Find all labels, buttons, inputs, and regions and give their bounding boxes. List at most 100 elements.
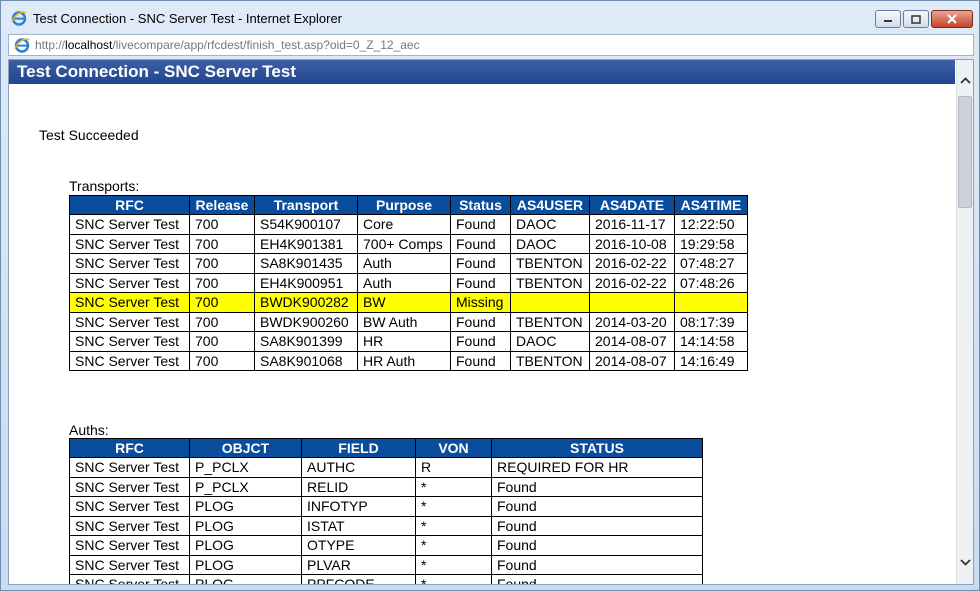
table-cell: S54K900107 [254, 214, 358, 235]
maximize-icon [911, 14, 921, 24]
table-cell: 700 [189, 233, 255, 254]
table-cell: 700 [189, 331, 255, 352]
table-cell: Found [450, 350, 511, 371]
url-prefix: http:// [35, 38, 66, 52]
table-cell: Found [450, 311, 511, 332]
table-cell: TBENTON [510, 350, 590, 371]
table-cell: 12:22:50 [674, 214, 748, 235]
table-cell: SNC Server Test [69, 233, 190, 254]
column-header: STATUS [491, 438, 703, 458]
table-cell: PLOG [189, 554, 302, 575]
table-row: SNC Server Test 700 S54K900107 Core Found DAO… [69, 214, 748, 235]
table-cell: HR Auth [357, 350, 451, 371]
address-bar[interactable]: http://localhost/livecompare/app/rfcdest… [8, 34, 974, 56]
table-cell: Found [491, 496, 703, 517]
table-cell: DAOC [510, 214, 590, 235]
table-cell: 2016-11-17 [589, 214, 675, 235]
table-row: SNC Server Test PLOG ISTAT * Found [69, 515, 703, 536]
url-text[interactable]: http://localhost/livecompare/app/rfcdest… [35, 38, 420, 52]
table-cell: HR [357, 331, 451, 352]
table-cell: REQUIRED FOR HR [491, 457, 703, 478]
table-cell: PLVAR [301, 554, 416, 575]
table-cell: Found [491, 574, 703, 584]
close-icon [947, 14, 957, 24]
table-row: SNC Server Test 700 BWDK900260 BW Auth Found… [69, 311, 748, 332]
table-cell: 07:48:27 [674, 253, 748, 274]
table-cell: EH4K900951 [254, 272, 358, 293]
table-cell: SNC Server Test [69, 535, 190, 556]
table-row: SNC Server Test PLOG PPFCODE * Found [69, 574, 703, 584]
chevron-up-icon [960, 77, 971, 84]
table-cell: BWDK900282 [254, 292, 358, 313]
table-cell: SNC Server Test [69, 311, 190, 332]
minimize-button[interactable] [875, 10, 901, 28]
table-cell: P_PCLX [189, 476, 302, 497]
table-cell: PLOG [189, 496, 302, 517]
table-cell: BW Auth [357, 311, 451, 332]
scroll-thumb[interactable] [958, 96, 972, 208]
table-cell: ISTAT [301, 515, 416, 536]
table-cell: Found [491, 476, 703, 497]
table-cell: 700 [189, 253, 255, 274]
table-cell: OTYPE [301, 535, 416, 556]
table-row: SNC Server Test 700 SA8K901068 HR Auth Found… [69, 350, 748, 371]
table-cell: R [415, 457, 492, 478]
table-cell [674, 292, 748, 313]
column-header: Purpose [357, 195, 451, 215]
table-cell: 2016-10-08 [589, 233, 675, 254]
table-cell: SNC Server Test [69, 457, 190, 478]
table-cell: Found [450, 272, 511, 293]
maximize-button[interactable] [903, 10, 929, 28]
table-cell: TBENTON [510, 253, 590, 274]
table-cell: 08:17:39 [674, 311, 748, 332]
title-bar[interactable]: Test Connection - SNC Server Test - Inte… [1, 1, 979, 33]
table-cell: Found [450, 233, 511, 254]
table-cell: Found [450, 331, 511, 352]
window-title: Test Connection - SNC Server Test - Inte… [33, 11, 342, 26]
scroll-down-button[interactable] [957, 554, 973, 571]
table-cell: Found [491, 515, 703, 536]
close-button[interactable] [931, 10, 973, 28]
page-title: Test Connection - SNC Server Test [9, 60, 955, 84]
table-cell: SA8K901399 [254, 331, 358, 352]
table-cell: Found [450, 214, 511, 235]
table-cell: 2016-02-22 [589, 253, 675, 274]
table-row: SNC Server Test PLOG PLVAR * Found [69, 554, 703, 575]
table-cell: SNC Server Test [69, 476, 190, 497]
table-cell: SNC Server Test [69, 496, 190, 517]
table-row: SNC Server Test 700 SA8K901435 Auth Found TBE… [69, 253, 748, 274]
column-header: AS4DATE [589, 195, 675, 215]
table-cell: 700 [189, 292, 255, 313]
internet-explorer-icon [11, 11, 27, 26]
table-cell: * [415, 515, 492, 536]
table-cell: SNC Server Test [69, 272, 190, 293]
column-header: Status [450, 195, 511, 215]
table-cell: * [415, 476, 492, 497]
table-cell: SNC Server Test [69, 292, 190, 313]
table-cell: AUTHC [301, 457, 416, 478]
vertical-scrollbar[interactable] [956, 60, 973, 584]
table-row: SNC Server Test PLOG INFOTYP * Found [69, 496, 703, 517]
table-cell: * [415, 574, 492, 584]
scroll-up-button[interactable] [957, 72, 973, 89]
table-cell: Found [450, 253, 511, 274]
url-path: /livecompare/app/rfcdest/finish_test.asp… [112, 38, 420, 52]
table-cell: SNC Server Test [69, 574, 190, 584]
table-cell: PPFCODE [301, 574, 416, 584]
table-cell: 700 [189, 350, 255, 371]
table-cell: P_PCLX [189, 457, 302, 478]
table-cell: Core [357, 214, 451, 235]
column-header: VON [415, 438, 492, 458]
table-cell: DAOC [510, 331, 590, 352]
table-cell: PLOG [189, 535, 302, 556]
table-cell: 2014-08-07 [589, 331, 675, 352]
table-cell: RELID [301, 476, 416, 497]
column-header: OBJCT [189, 438, 302, 458]
minimize-icon [884, 20, 892, 22]
table-cell: Found [491, 554, 703, 575]
column-header: RFC [69, 438, 190, 458]
table-cell: 07:48:26 [674, 272, 748, 293]
table-row: SNC Server Test PLOG OTYPE * Found [69, 535, 703, 556]
table-row: SNC Server Test 700 EH4K901381 700+ Comps Fo… [69, 233, 748, 254]
transports-label: Transports: [69, 178, 140, 194]
